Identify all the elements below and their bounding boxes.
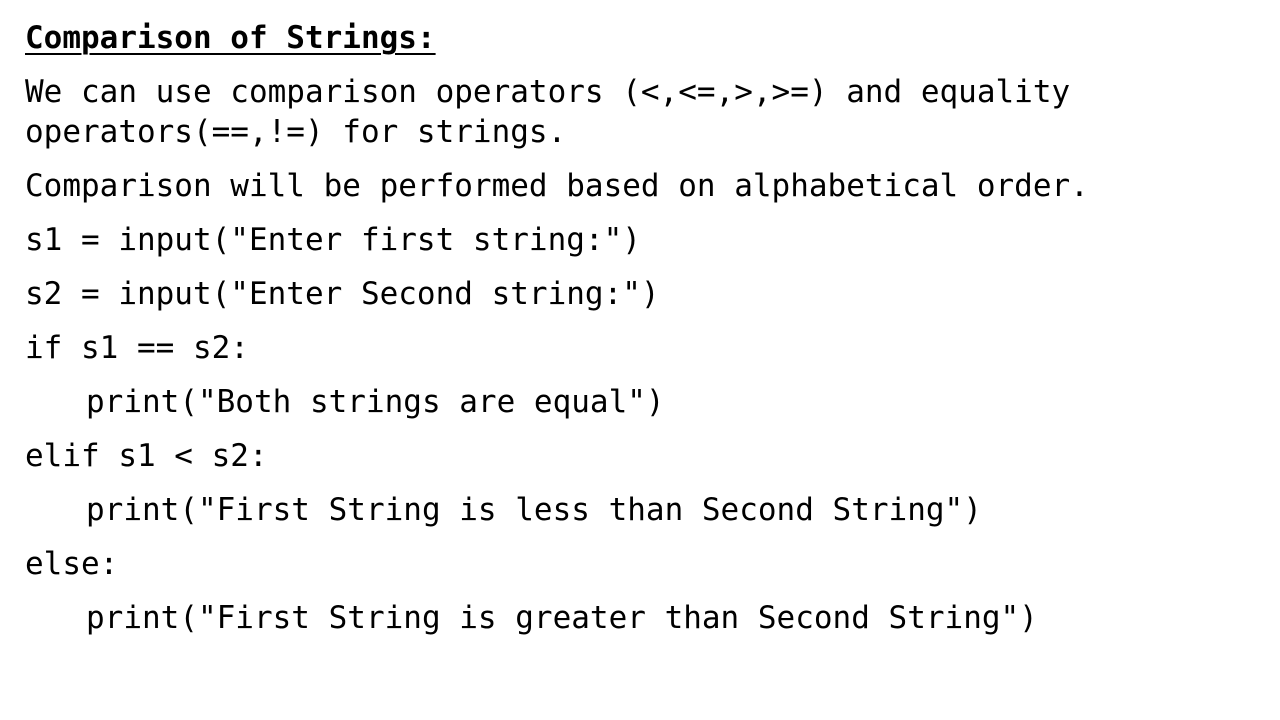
intro-line-2: operators(==,!=) for strings. — [25, 114, 567, 150]
code-line-3: if s1 == s2: — [25, 330, 249, 366]
code-block: s1 = input("Enter first string:") s2 = i… — [25, 220, 1265, 638]
code-line-8: print("First String is greater than Seco… — [86, 600, 1038, 636]
intro-line-1: We can use comparison operators (<,<=,>,… — [25, 74, 1071, 110]
slide-title: Comparison of Strings: — [25, 20, 436, 56]
slide-content: Comparison of Strings: We can use compar… — [25, 18, 1265, 638]
code-line-5: elif s1 < s2: — [25, 438, 268, 474]
code-line-6: print("First String is less than Second … — [86, 492, 982, 528]
comparison-note: Comparison will be performed based on al… — [25, 168, 1089, 204]
intro-paragraph: We can use comparison operators (<,<=,>,… — [25, 72, 1265, 152]
code-line-7: else: — [25, 546, 119, 582]
code-line-2: s2 = input("Enter Second string:") — [25, 276, 660, 312]
code-line-1: s1 = input("Enter first string:") — [25, 222, 641, 258]
code-line-4: print("Both strings are equal") — [86, 384, 665, 420]
